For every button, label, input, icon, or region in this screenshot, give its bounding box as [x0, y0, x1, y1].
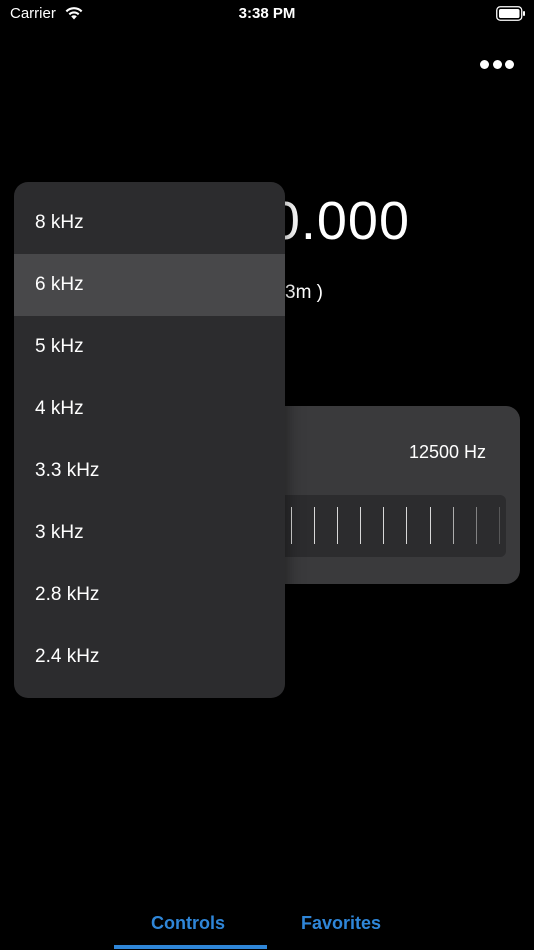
bandwidth-dropdown-menu: 8 kHz 6 kHz 5 kHz 4 kHz 3.3 kHz 3 kHz 2.8 kHz 2…: [14, 182, 285, 698]
dropdown-item[interactable]: 2.8 kHz: [14, 564, 285, 626]
slider-tick: [406, 507, 407, 544]
dropdown-item[interactable]: 3 kHz: [14, 502, 285, 564]
dropdown-item[interactable]: 8 kHz: [14, 192, 285, 254]
more-icon-dot: [505, 59, 514, 69]
tab-bar: Controls Favorites: [0, 895, 534, 950]
tab-controls[interactable]: Controls: [151, 913, 225, 934]
dropdown-item[interactable]: 2.4 kHz: [14, 626, 285, 688]
dropdown-item[interactable]: 5 kHz: [14, 316, 285, 378]
dropdown-item[interactable]: 4 kHz: [14, 378, 285, 440]
bandwidth-value: 12500 Hz: [408, 442, 486, 462]
slider-tick: [360, 507, 361, 544]
slider-tick: [499, 507, 500, 544]
slider-tick: [314, 507, 315, 544]
slider-tick: [337, 507, 338, 544]
status-time: 3:38 PM: [238, 5, 296, 22]
active-tab-indicator: [114, 945, 267, 949]
battery-icon: [496, 6, 525, 21]
dropdown-item[interactable]: 6 kHz: [14, 254, 285, 316]
dropdown-item[interactable]: 3.3 kHz: [14, 440, 285, 502]
more-icon-dot: [492, 59, 502, 69]
slider-tick: [383, 507, 384, 544]
slider-tick: [476, 507, 477, 544]
slider-tick: [291, 507, 292, 544]
more-options-button[interactable]: [480, 56, 514, 72]
tab-favorites[interactable]: Favorites: [301, 913, 381, 934]
slider-tick: [453, 507, 454, 544]
more-icon: [480, 59, 489, 69]
status-bar: Carrier 3:38 PM: [0, 0, 534, 30]
slider-tick: [430, 507, 431, 544]
